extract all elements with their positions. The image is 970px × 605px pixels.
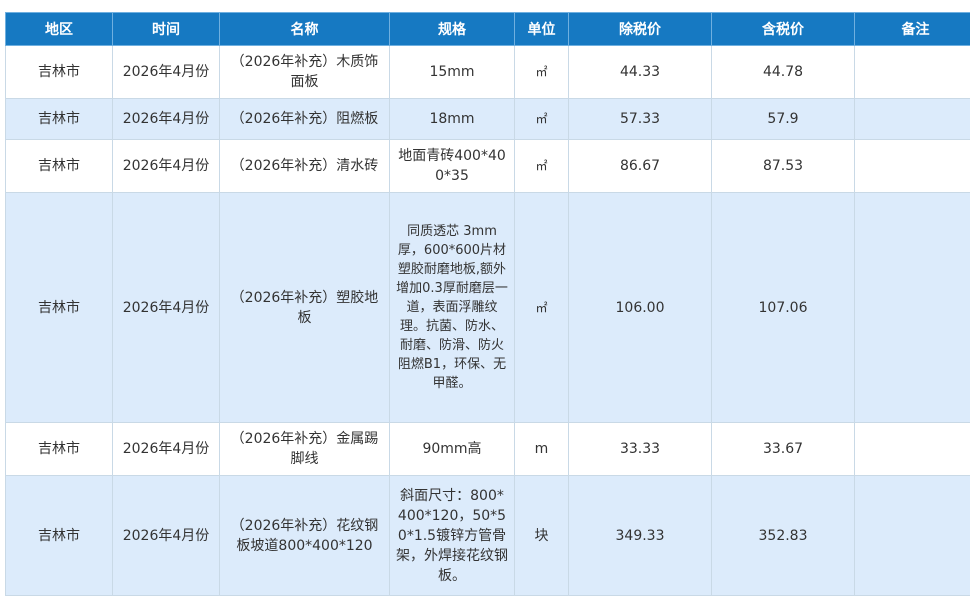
cell-unit: ㎡ (515, 140, 569, 193)
header-region: 地区 (6, 13, 113, 46)
cell-time: 2026年4月份 (113, 423, 220, 476)
cell-spec: 同质透芯 3mm厚，600*600片材塑胶耐磨地板,额外增加0.3厚耐磨层一道，… (390, 193, 515, 423)
table-row: 吉林市 2026年4月份 （2026年补充）塑胶地板 同质透芯 3mm厚，600… (6, 193, 970, 423)
cell-unit: ㎡ (515, 99, 569, 140)
cell-region: 吉林市 (6, 423, 113, 476)
cell-price-ex-tax: 106.00 (569, 193, 712, 423)
cell-unit: 块 (515, 476, 569, 596)
cell-price-ex-tax: 44.33 (569, 46, 712, 99)
cell-note (855, 99, 970, 140)
cell-note (855, 193, 970, 423)
cell-time: 2026年4月份 (113, 476, 220, 596)
cell-price-inc-tax: 87.53 (712, 140, 855, 193)
header-price-ex-tax: 除税价 (569, 13, 712, 46)
cell-unit: ㎡ (515, 193, 569, 423)
cell-spec: 18mm (390, 99, 515, 140)
cell-price-inc-tax: 107.06 (712, 193, 855, 423)
header-time: 时间 (113, 13, 220, 46)
cell-region: 吉林市 (6, 140, 113, 193)
cell-time: 2026年4月份 (113, 99, 220, 140)
cell-price-inc-tax: 33.67 (712, 423, 855, 476)
cell-name: （2026年补充）金属踢脚线 (220, 423, 390, 476)
cell-price-inc-tax: 57.9 (712, 99, 855, 140)
price-table: 地区 时间 名称 规格 单位 除税价 含税价 备注 吉林市 2026年4月份 （… (5, 12, 970, 596)
header-unit: 单位 (515, 13, 569, 46)
cell-spec: 斜面尺寸：800*400*120，50*50*1.5镀锌方管骨架，外焊接花纹钢板… (390, 476, 515, 596)
header-price-inc-tax: 含税价 (712, 13, 855, 46)
cell-price-ex-tax: 349.33 (569, 476, 712, 596)
cell-name: （2026年补充）木质饰面板 (220, 46, 390, 99)
table-row: 吉林市 2026年4月份 （2026年补充）阻燃板 18mm ㎡ 57.33 5… (6, 99, 970, 140)
table-row: 吉林市 2026年4月份 （2026年补充）清水砖 地面青砖400*400*35… (6, 140, 970, 193)
cell-name: （2026年补充）阻燃板 (220, 99, 390, 140)
cell-time: 2026年4月份 (113, 46, 220, 99)
cell-note (855, 140, 970, 193)
table-row: 吉林市 2026年4月份 （2026年补充）金属踢脚线 90mm高 m 33.3… (6, 423, 970, 476)
cell-name: （2026年补充）塑胶地板 (220, 193, 390, 423)
table-header-row: 地区 时间 名称 规格 单位 除税价 含税价 备注 (6, 13, 970, 46)
cell-unit: m (515, 423, 569, 476)
cell-spec: 地面青砖400*400*35 (390, 140, 515, 193)
cell-spec: 90mm高 (390, 423, 515, 476)
cell-price-inc-tax: 352.83 (712, 476, 855, 596)
cell-region: 吉林市 (6, 99, 113, 140)
table-row: 吉林市 2026年4月份 （2026年补充）花纹钢板坡道800*400*120 … (6, 476, 970, 596)
cell-region: 吉林市 (6, 193, 113, 423)
cell-price-ex-tax: 33.33 (569, 423, 712, 476)
cell-region: 吉林市 (6, 46, 113, 99)
cell-note (855, 476, 970, 596)
cell-name: （2026年补充）花纹钢板坡道800*400*120 (220, 476, 390, 596)
cell-note (855, 46, 970, 99)
table-row: 吉林市 2026年4月份 （2026年补充）木质饰面板 15mm ㎡ 44.33… (6, 46, 970, 99)
cell-time: 2026年4月份 (113, 140, 220, 193)
header-spec: 规格 (390, 13, 515, 46)
cell-price-inc-tax: 44.78 (712, 46, 855, 99)
header-name: 名称 (220, 13, 390, 46)
cell-time: 2026年4月份 (113, 193, 220, 423)
cell-unit: ㎡ (515, 46, 569, 99)
header-note: 备注 (855, 13, 970, 46)
cell-name: （2026年补充）清水砖 (220, 140, 390, 193)
cell-spec: 15mm (390, 46, 515, 99)
cell-price-ex-tax: 57.33 (569, 99, 712, 140)
cell-price-ex-tax: 86.67 (569, 140, 712, 193)
cell-note (855, 423, 970, 476)
cell-region: 吉林市 (6, 476, 113, 596)
